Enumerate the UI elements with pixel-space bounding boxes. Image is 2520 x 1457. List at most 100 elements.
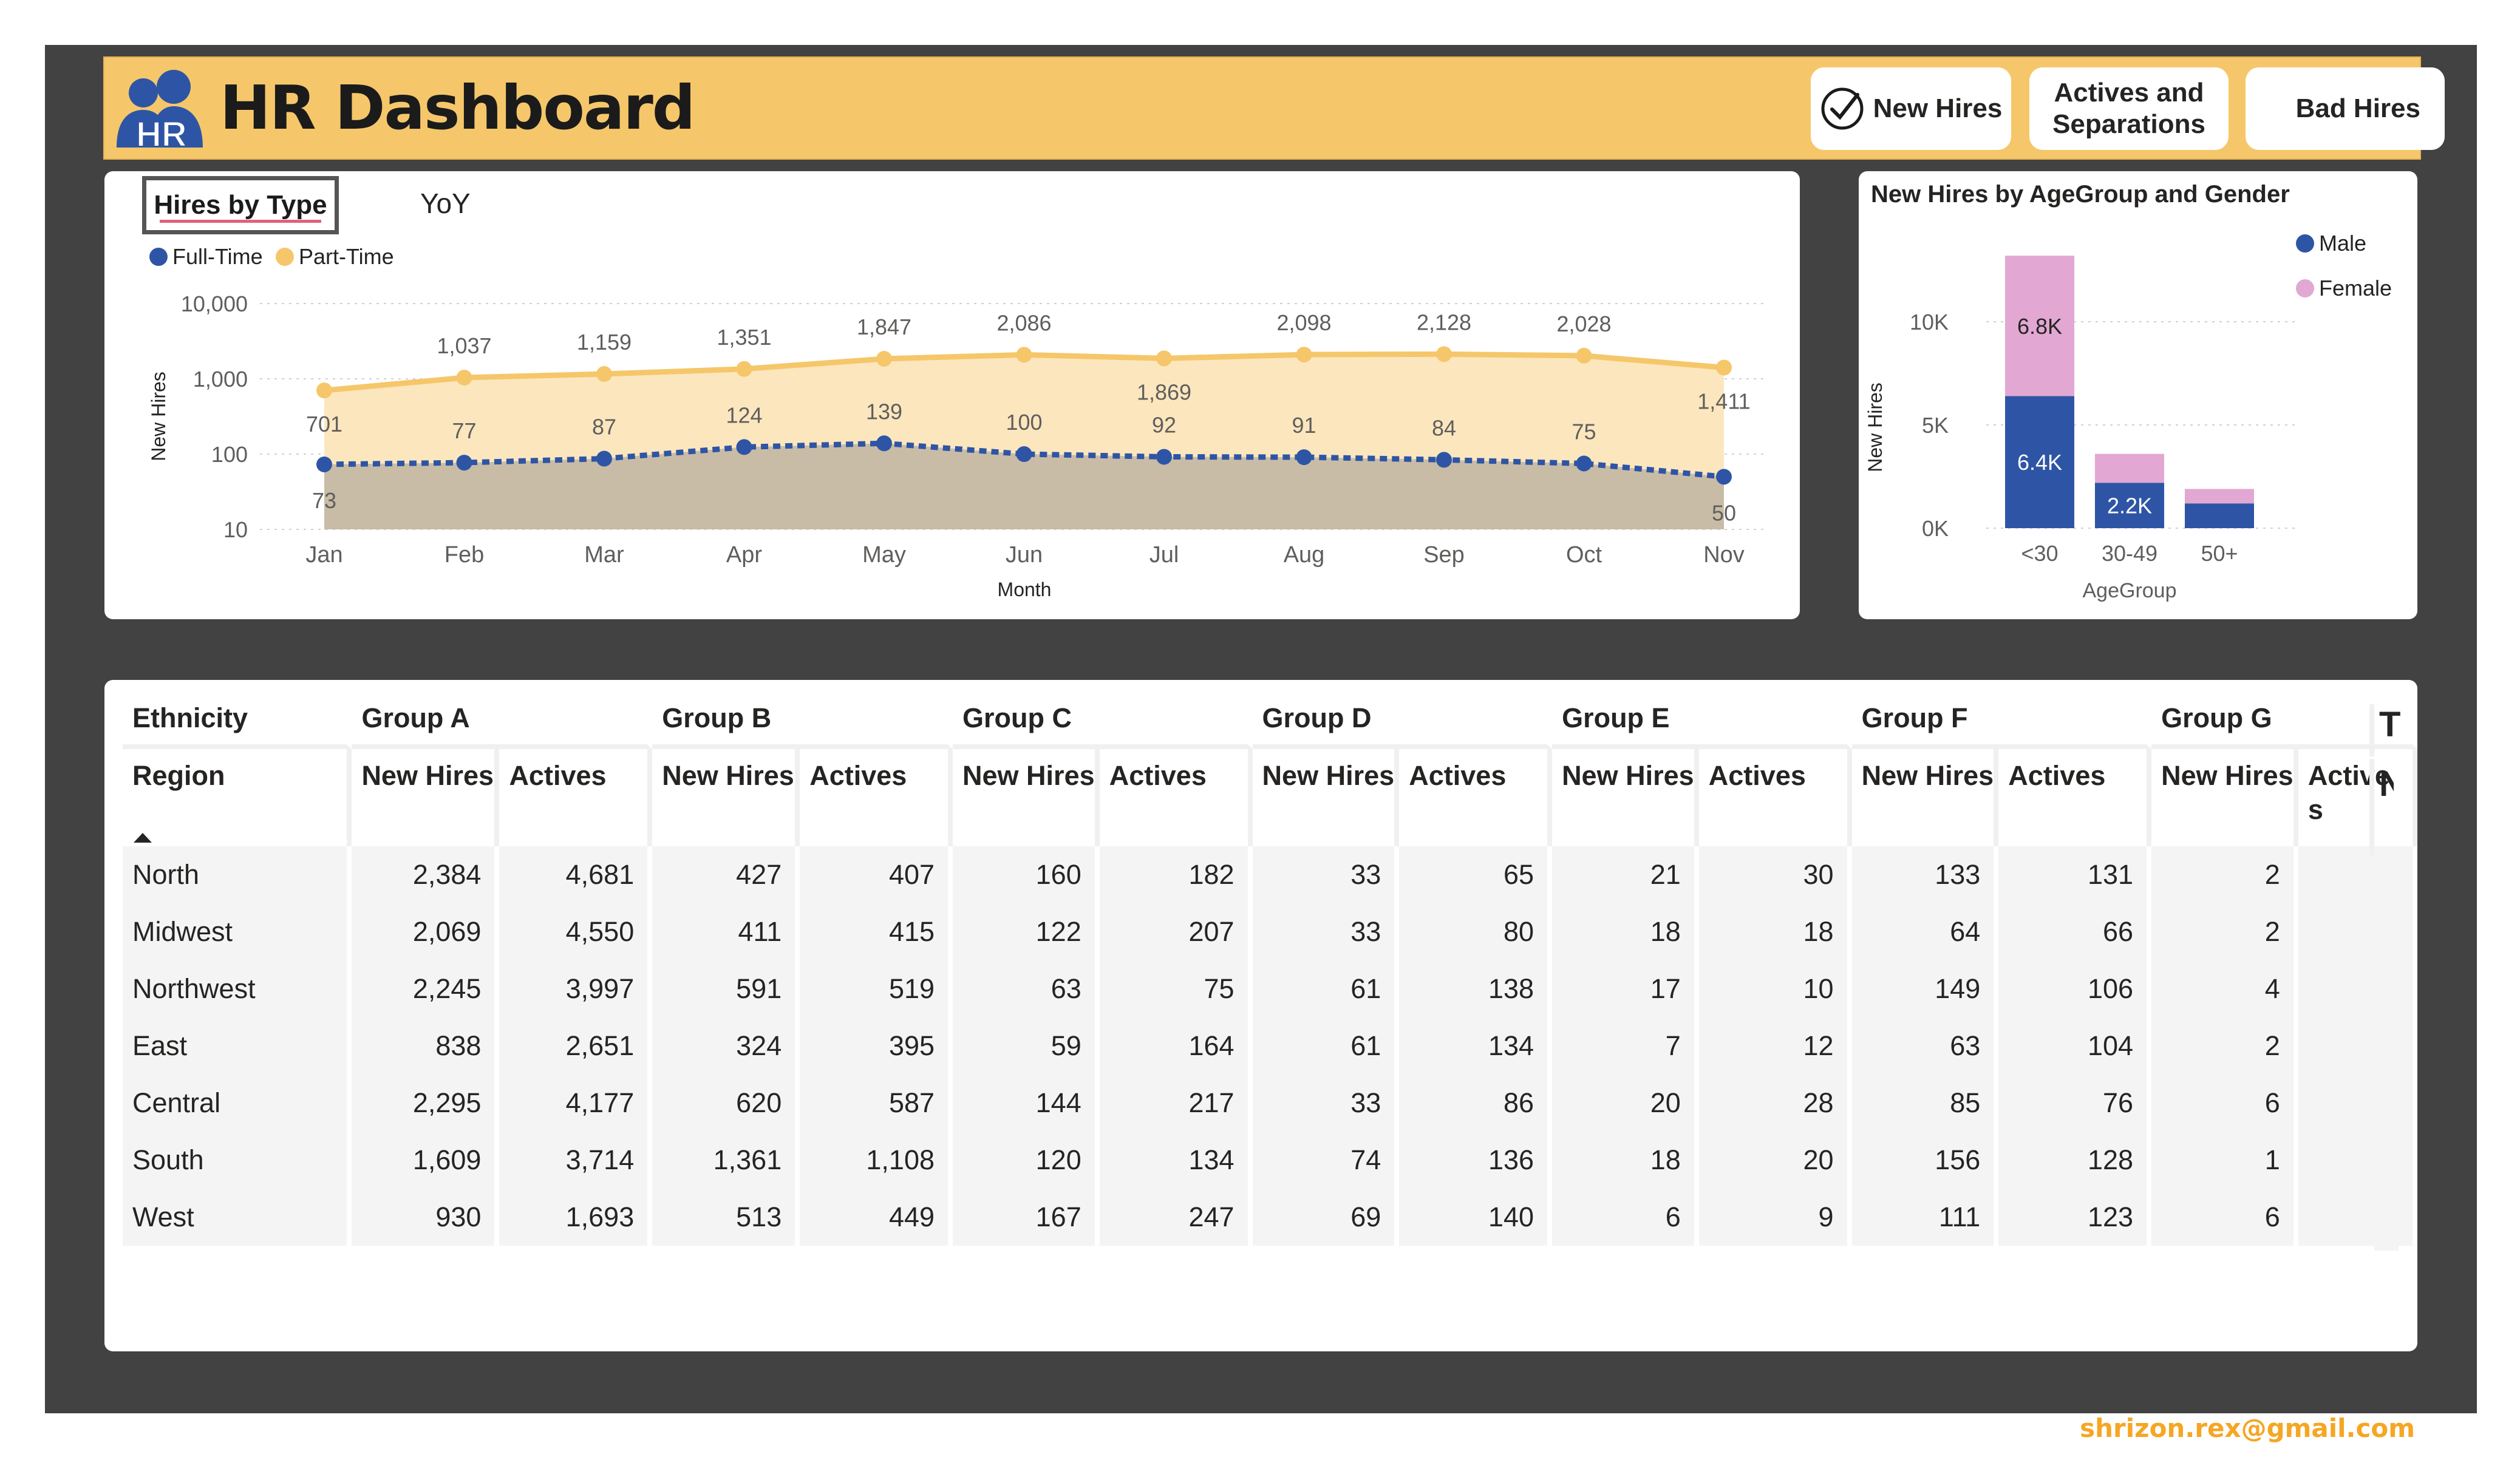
- value-cell: 415: [800, 903, 953, 960]
- y-tick-label: 10: [223, 517, 248, 542]
- value-cell: 128: [1998, 1132, 2152, 1189]
- value-cell: 247: [1099, 1189, 1253, 1246]
- full-time-point: [456, 455, 472, 471]
- full-time-data-label: 50: [1712, 500, 1736, 525]
- actives-column-header[interactable]: Actives: [1998, 749, 2152, 846]
- group-d-header[interactable]: Group D: [1252, 692, 1553, 749]
- female-bar[interactable]: [2095, 453, 2164, 483]
- value-cell: 3,997: [499, 960, 653, 1017]
- new-hires-column-header[interactable]: New Hires: [352, 749, 500, 846]
- table-row[interactable]: West9301,693513449167247691406911112364: [123, 1189, 2417, 1246]
- x-axis-title: Month: [998, 579, 1052, 600]
- actives-column-header[interactable]: Actives: [499, 749, 653, 846]
- male-data-label: 2.2K: [2107, 494, 2152, 518]
- new-hires-column-header[interactable]: New Hires: [953, 749, 1100, 846]
- group-f-header[interactable]: Group F: [1851, 692, 2152, 749]
- value-cell: 21: [1552, 846, 1699, 903]
- x-tick-label: Jul: [1149, 542, 1179, 568]
- new-hires-column-header[interactable]: New Hires: [1253, 749, 1400, 846]
- part-time-data-label: 2,098: [1276, 310, 1331, 335]
- sort-ascending-icon[interactable]: [134, 833, 152, 843]
- x-tick-label: Feb: [444, 542, 484, 568]
- value-cell: 86: [1399, 1075, 1553, 1132]
- value-cell: 2,295: [352, 1075, 500, 1132]
- full-time-data-label: 73: [312, 488, 336, 513]
- bad-hires-button[interactable]: Bad Hires: [2246, 67, 2445, 150]
- part-time-data-label: 2,028: [1556, 311, 1611, 336]
- actives-column-header-wrapped[interactable]: Active s: [2298, 749, 2417, 846]
- full-time-point: [876, 435, 892, 452]
- region-cell: North: [123, 846, 352, 903]
- new-hires-column-header[interactable]: New Hires: [1852, 749, 1999, 846]
- value-cell: 182: [1099, 846, 1253, 903]
- author-email: shrizon.rex@gmail.com: [2080, 1413, 2415, 1443]
- value-cell: 138: [1399, 960, 1553, 1017]
- actives-column-header[interactable]: Actives: [1699, 749, 1852, 846]
- value-cell: 427: [652, 846, 800, 903]
- table-row[interactable]: Midwest 2,069 4,550 411 415 122 207 33 80 18 18 64 6…: [123, 903, 2417, 960]
- value-cell: 2,245: [352, 960, 500, 1017]
- group-b-header[interactable]: Group B: [652, 692, 953, 749]
- value-cell: 74: [1252, 1132, 1400, 1189]
- new-hires-button[interactable]: New Hires: [1811, 67, 2011, 150]
- value-cell: 131: [1998, 846, 2152, 903]
- part-time-data-label: 1,351: [717, 325, 771, 350]
- total-header-partial: T: [2379, 705, 2401, 744]
- new-hires-column-header[interactable]: New Hires: [1552, 749, 1699, 846]
- part-time-data-label: 701: [306, 412, 342, 436]
- value-cell: 66: [1998, 903, 2152, 960]
- actives-column-header[interactable]: Actives: [800, 749, 953, 846]
- actives-separations-button[interactable]: Actives and Separations: [2029, 67, 2229, 150]
- value-cell: 2: [2151, 1017, 2298, 1075]
- table-row[interactable]: East8382,65132439559164611347126310424: [123, 1017, 2417, 1075]
- x-tick-label: Aug: [1284, 542, 1325, 568]
- value-cell: 3,714: [499, 1132, 653, 1189]
- x-tick-label: 30-49: [2102, 541, 2157, 566]
- full-time-point: [1016, 446, 1032, 462]
- group-a-header[interactable]: Group A: [352, 692, 653, 749]
- region-header-label: Region: [132, 760, 225, 791]
- value-cell: 104: [1998, 1017, 2152, 1075]
- table-row[interactable]: Northwest 2,245 3,997 591 519 63 75 61 138 17 10 14…: [123, 960, 2417, 1017]
- bad-hires-button-label: Bad Hires: [2295, 93, 2420, 123]
- total-cell-cut: [2374, 1022, 2399, 1079]
- actives-column-header[interactable]: Actives: [1399, 749, 1553, 846]
- value-cell: 449: [800, 1189, 953, 1246]
- value-cell: 85: [1851, 1075, 1999, 1132]
- value-cell: 1,361: [652, 1132, 800, 1189]
- table-row[interactable]: South 1,609 3,714 1,361 1,108 120 134 74 136 18 20…: [123, 1132, 2417, 1189]
- new-hires-column-header[interactable]: New Hires: [652, 749, 800, 846]
- value-cell: 123: [1998, 1189, 2152, 1246]
- value-cell: 9: [1698, 1189, 1852, 1246]
- total-cell-cut: [2374, 965, 2399, 1022]
- y-axis-title: New Hires: [148, 372, 169, 461]
- y-tick-label: 10,000: [181, 291, 248, 316]
- x-tick-label: Jun: [1006, 542, 1043, 568]
- table-row[interactable]: North 2,384 4,681 427 407 160 182 33 65 21 30 133 13…: [123, 846, 2417, 903]
- actives-column-header[interactable]: Actives: [1100, 749, 1253, 846]
- x-tick-label: 50+: [2201, 541, 2238, 566]
- y-tick-label: 0K: [1922, 516, 1949, 541]
- region-header[interactable]: Region: [123, 749, 352, 846]
- ethnicity-header: Ethnicity: [123, 692, 352, 749]
- region-cell: Northwest: [123, 960, 352, 1017]
- value-cell: 133: [1851, 846, 1999, 903]
- value-cell: 1: [2151, 1132, 2298, 1189]
- value-cell: 4,177: [499, 1075, 653, 1132]
- total-cell-cut: [2374, 1079, 2399, 1136]
- table-row[interactable]: Central 2,295 4,177 620 587 144 217 33 86 20 28 85 7…: [123, 1075, 2417, 1132]
- part-time-data-label: 2,128: [1417, 310, 1471, 335]
- group-c-header[interactable]: Group C: [953, 692, 1253, 749]
- male-bar[interactable]: [2185, 503, 2254, 528]
- value-cell: 4: [2298, 1189, 2417, 1246]
- group-e-header[interactable]: Group E: [1552, 692, 1852, 749]
- new-hires-column-header[interactable]: New Hires: [2151, 749, 2298, 846]
- age-gender-card: New Hires by AgeGroup and Gender Male Fe…: [1859, 171, 2417, 619]
- value-cell: 33: [1252, 846, 1400, 903]
- female-bar[interactable]: [2185, 489, 2254, 504]
- ethnicity-region-matrix-card: Ethnicity Group A Group B Group C Group …: [104, 680, 2417, 1351]
- actives-separations-label: Actives and Separations: [2052, 77, 2205, 140]
- value-cell: 69: [1252, 1189, 1400, 1246]
- value-cell: 587: [800, 1075, 953, 1132]
- region-cell: West: [123, 1189, 352, 1246]
